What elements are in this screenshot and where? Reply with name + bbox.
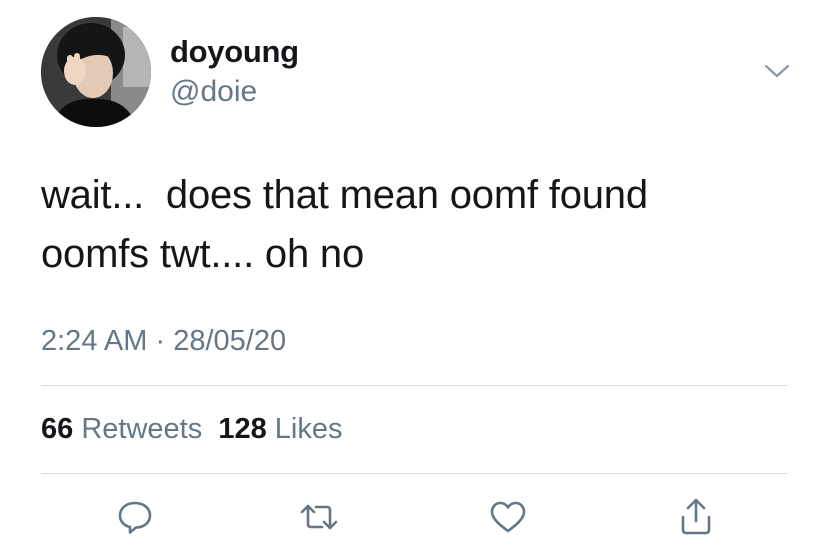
tweet-text-line: wait... does that mean oomf found bbox=[41, 173, 648, 217]
tweet-time: 2:24 AM bbox=[41, 325, 148, 357]
retweets-stat[interactable]: 66 Retweets bbox=[41, 413, 202, 445]
likes-count: 128 bbox=[218, 413, 267, 445]
tweet-text-line: oomfs twt.... oh no bbox=[41, 232, 365, 276]
divider bbox=[41, 385, 788, 386]
likes-label: Likes bbox=[274, 413, 343, 445]
retweet-icon[interactable] bbox=[297, 497, 341, 537]
meta-separator: · bbox=[147, 325, 174, 357]
tweet-text: wait... does that mean oomf found oomfs … bbox=[41, 166, 781, 284]
share-icon[interactable] bbox=[674, 497, 718, 537]
tweet-card: doyoung @doie wait... does that mean oom… bbox=[0, 0, 828, 552]
avatar[interactable] bbox=[41, 17, 151, 127]
display-name[interactable]: doyoung bbox=[170, 34, 299, 70]
retweets-count: 66 bbox=[41, 413, 74, 445]
tweet-date: 28/05/20 bbox=[173, 325, 287, 357]
profile-photo bbox=[41, 17, 151, 127]
user-handle[interactable]: @doie bbox=[170, 75, 257, 109]
likes-stat[interactable]: 128 Likes bbox=[218, 413, 342, 445]
reply-icon[interactable] bbox=[113, 497, 157, 537]
tweet-stats: 66 Retweets 128 Likes bbox=[41, 413, 343, 446]
divider bbox=[41, 473, 788, 474]
retweets-label: Retweets bbox=[81, 413, 203, 445]
like-icon[interactable] bbox=[486, 497, 530, 537]
chevron-down-icon[interactable] bbox=[764, 62, 790, 80]
tweet-timestamp[interactable]: 2:24 AM · 28/05/20 bbox=[41, 325, 286, 358]
